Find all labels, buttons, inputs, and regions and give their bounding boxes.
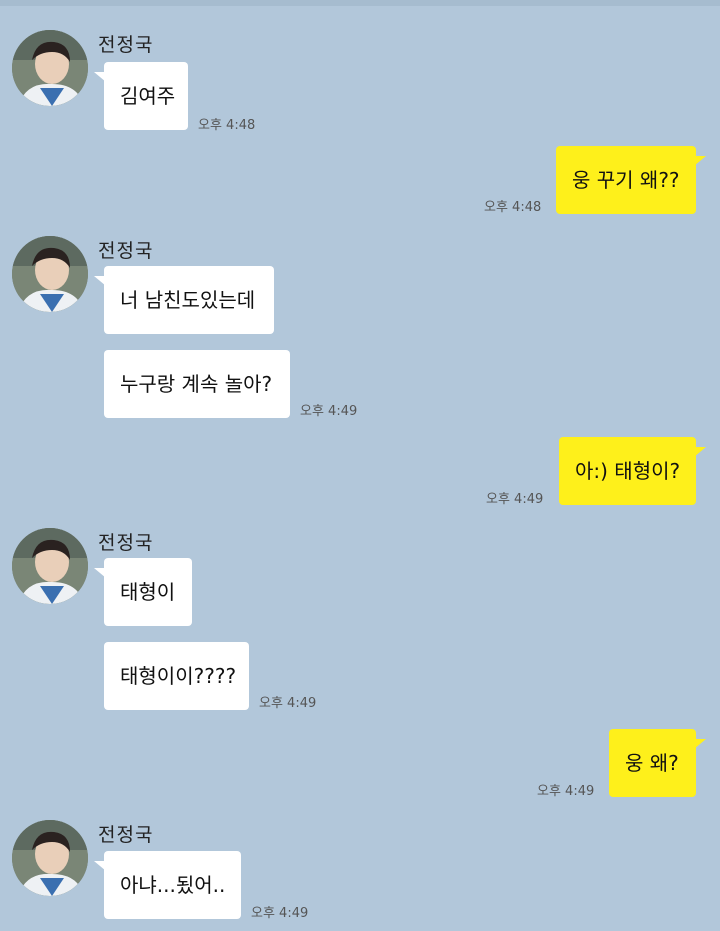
message-bubble[interactable]: 태형이이???? [104, 642, 249, 710]
avatar[interactable] [12, 820, 88, 896]
avatar[interactable] [12, 236, 88, 312]
avatar[interactable] [12, 528, 88, 604]
message-bubble[interactable]: 너 남친도있는데 [94, 266, 274, 334]
profile-photo-icon [12, 30, 88, 106]
message-time: 오후 4:48 [484, 200, 542, 215]
contact-name: 전정국 [98, 34, 154, 56]
avatar[interactable] [12, 30, 88, 106]
message-bubble[interactable]: 태형이 [94, 558, 192, 626]
message-bubble[interactable]: 웅 꾸기 왜?? [556, 146, 706, 214]
top-bar [0, 0, 720, 6]
message-bubble[interactable]: 아:) 태형이? [559, 437, 706, 505]
contact-name: 전정국 [98, 532, 154, 554]
profile-photo-icon [12, 528, 88, 604]
message-time: 오후 4:49 [486, 492, 544, 507]
message-time: 오후 4:49 [537, 784, 595, 799]
message-bubble[interactable]: 김여주 [94, 62, 188, 130]
message-time: 오후 4:49 [251, 906, 309, 921]
contact-name: 전정국 [98, 240, 154, 262]
profile-photo-icon [12, 236, 88, 312]
message-time: 오후 4:49 [259, 696, 317, 711]
contact-name: 전정국 [98, 824, 154, 846]
message-time: 오후 4:48 [198, 118, 256, 133]
message-bubble[interactable]: 아냐...됬어.. [94, 851, 241, 919]
message-bubble[interactable]: 웅 왜? [609, 729, 706, 797]
message-time: 오후 4:49 [300, 404, 358, 419]
message-bubble[interactable]: 누구랑 계속 놀아? [104, 350, 290, 418]
profile-photo-icon [12, 820, 88, 896]
